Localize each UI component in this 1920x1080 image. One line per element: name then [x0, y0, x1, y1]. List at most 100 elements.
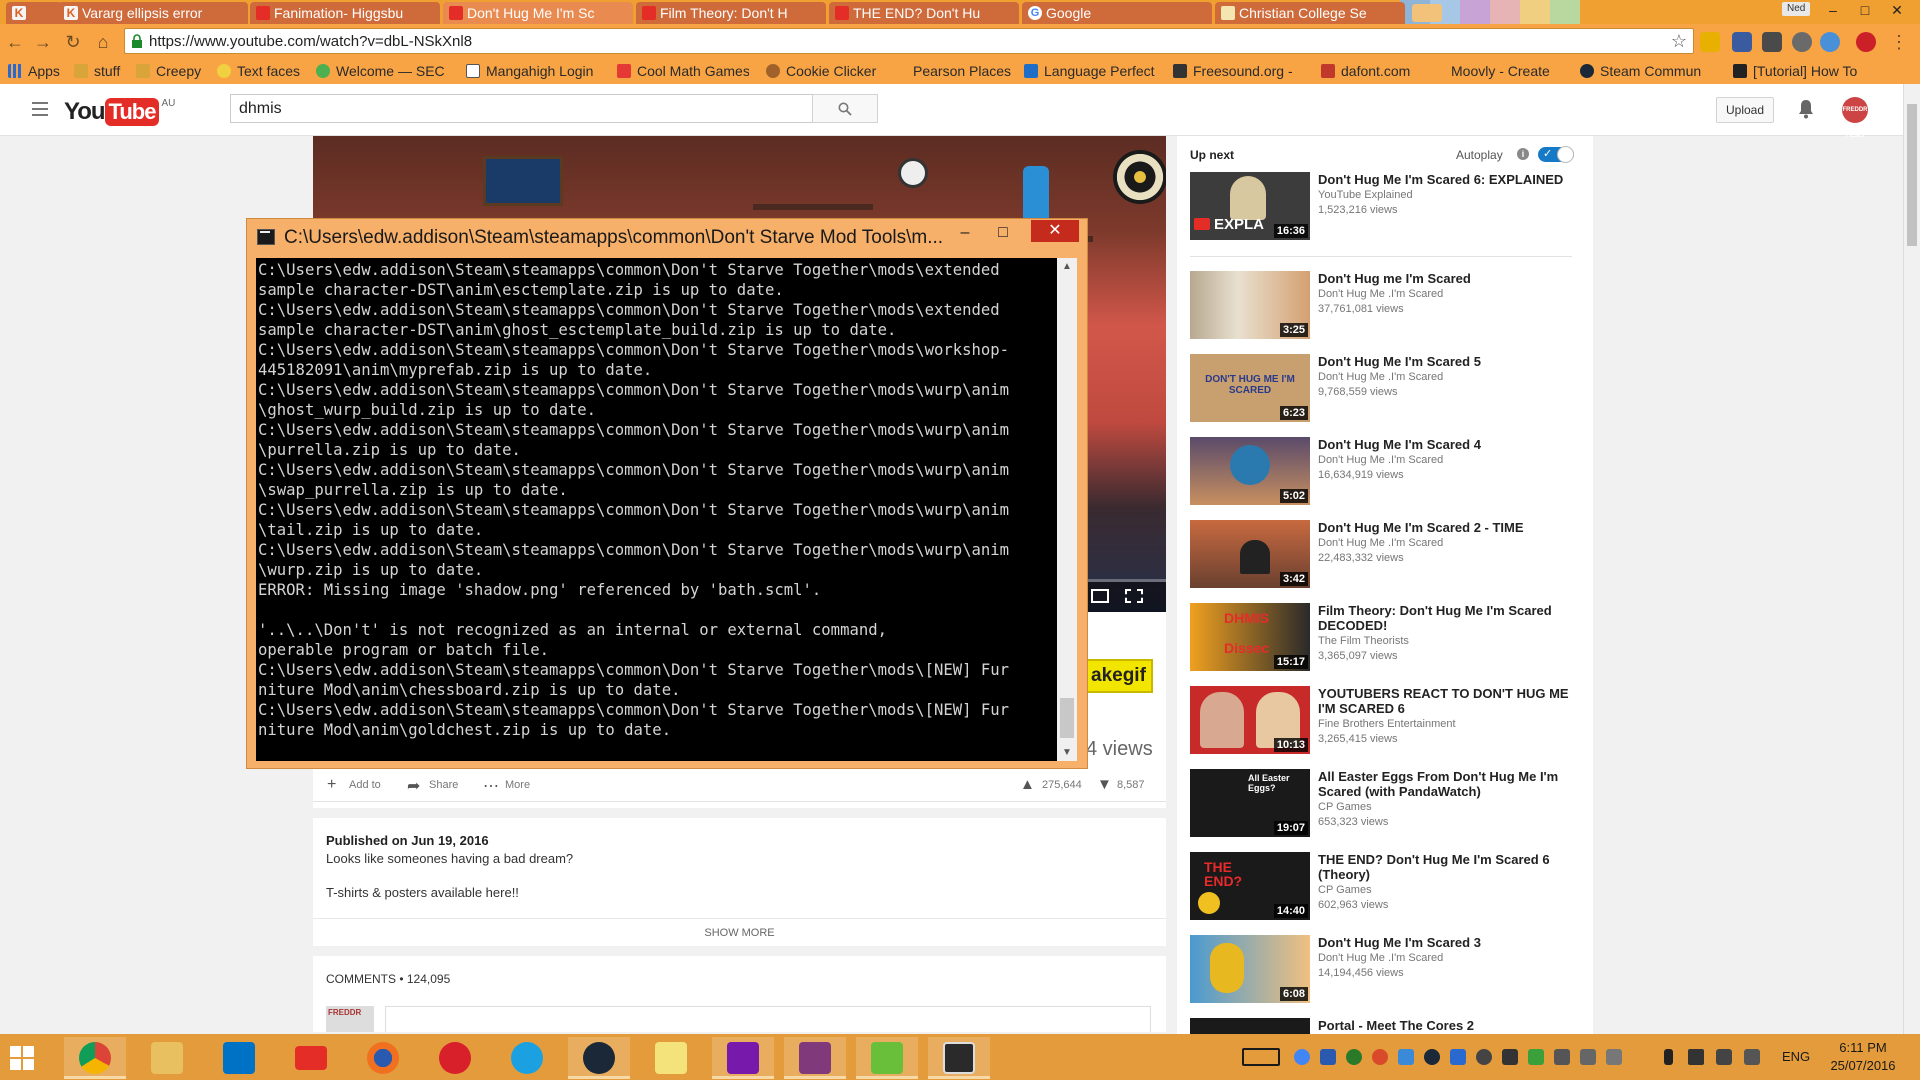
extension-icon[interactable]	[1732, 32, 1752, 52]
video-thumbnail[interactable]: 10:13	[1190, 686, 1310, 754]
taskbar-app-steam[interactable]	[568, 1037, 630, 1079]
video-title[interactable]: YOUTUBERS REACT TO DON'T HUG ME I'M SCAR…	[1318, 686, 1580, 716]
chrome-tray-icon[interactable]	[1294, 1049, 1310, 1065]
like-button[interactable]: ▲ 275,644	[1020, 776, 1082, 793]
bookmark-star-icon[interactable]: ☆	[1671, 31, 1687, 52]
up-next-video[interactable]: DON'T HUG ME I'M SCARED 6:23 Don't Hug M…	[1190, 354, 1580, 424]
up-next-video[interactable]: All Easter Eggs? 19:07 All Easter Eggs F…	[1190, 769, 1580, 839]
bookmark[interactable]: Cookie Clicker	[766, 62, 876, 80]
bookmark[interactable]: Mangahigh Login	[466, 62, 593, 80]
video-title[interactable]: Don't Hug Me I'm Scared 5	[1318, 354, 1580, 369]
video-title[interactable]: Film Theory: Don't Hug Me I'm Scared DEC…	[1318, 603, 1580, 633]
fullscreen-icon[interactable]	[1125, 589, 1143, 603]
scroll-down-icon[interactable]: ▼	[1057, 744, 1077, 761]
console-scrollbar[interactable]: ▲ ▼	[1057, 258, 1077, 761]
maximize-icon[interactable]: □	[985, 221, 1021, 245]
search-button[interactable]	[812, 94, 878, 123]
info-icon[interactable]: i	[1517, 148, 1529, 160]
up-next-video[interactable]: 5:02 Don't Hug Me I'm Scared 4 Don't Hug…	[1190, 437, 1580, 507]
browser-tab[interactable]: G Google	[1022, 2, 1212, 24]
tray-app-icon[interactable]	[1554, 1049, 1570, 1065]
taskbar-app-onenote-2013[interactable]	[784, 1037, 846, 1079]
video-title[interactable]: Portal - Meet The Cores 2	[1318, 1018, 1580, 1033]
clock-time[interactable]: 6:11 PM	[1818, 1040, 1908, 1055]
network-icon[interactable]	[1716, 1049, 1732, 1065]
account-avatar[interactable]: FREDDR FILMS	[1842, 97, 1868, 139]
volume-icon[interactable]	[1688, 1049, 1704, 1065]
browser-tab[interactable]: K Vararg ellipsis error	[58, 2, 248, 24]
makegif-button[interactable]: akegif	[1085, 659, 1153, 693]
video-title[interactable]: Don't Hug Me I'm Scared 4	[1318, 437, 1580, 452]
tray-app-icon[interactable]	[1372, 1049, 1388, 1065]
page-scrollbar[interactable]	[1903, 84, 1920, 1034]
reload-icon[interactable]: ↻	[62, 31, 84, 53]
browser-tab[interactable]: Fanimation- Higgsbu	[250, 2, 440, 24]
upload-button[interactable]: Upload	[1716, 97, 1774, 123]
search-input[interactable]: dhmis	[230, 94, 813, 123]
up-next-video[interactable]: EXPLA 16:36 Don't Hug Me I'm Scared 6: E…	[1190, 172, 1580, 242]
video-title[interactable]: Don't Hug me I'm Scared	[1318, 271, 1580, 286]
tray-app-icon[interactable]	[1476, 1049, 1492, 1065]
show-more-button[interactable]: SHOW MORE	[313, 918, 1166, 946]
video-thumbnail[interactable]: 3:25	[1190, 271, 1310, 339]
bookmark[interactable]: Text faces	[217, 62, 300, 80]
bookmark[interactable]: Language Perfect	[1024, 62, 1155, 80]
browser-tab[interactable]: THE END? Don't Hu	[829, 2, 1019, 24]
browser-tab[interactable]: Christian College Se	[1215, 2, 1405, 24]
taskbar-app-firefox[interactable]	[352, 1037, 414, 1079]
add-to-button[interactable]: + Add to	[327, 776, 381, 793]
video-title[interactable]: Don't Hug Me I'm Scared 6: EXPLAINED	[1318, 172, 1580, 187]
tray-app-icon[interactable]	[1450, 1049, 1466, 1065]
bookmark[interactable]: [Tutorial] How To	[1733, 62, 1903, 80]
video-title[interactable]: THE END? Don't Hug Me I'm Scared 6 (Theo…	[1318, 852, 1580, 882]
tray-app-icon[interactable]	[1606, 1049, 1622, 1065]
more-button[interactable]: ⋯ More	[483, 778, 530, 795]
taskbar-app-ie[interactable]	[496, 1037, 558, 1079]
steam-tray-icon[interactable]	[1424, 1049, 1440, 1065]
notification-bell-icon[interactable]	[1797, 99, 1815, 119]
taskbar-app-sticky-notes[interactable]	[640, 1037, 702, 1079]
bookmark[interactable]: dafont.com	[1321, 62, 1410, 80]
profile-name[interactable]: Ned	[1782, 2, 1811, 16]
back-icon[interactable]: ←	[4, 31, 26, 53]
extension-icon[interactable]	[1762, 32, 1782, 52]
video-thumbnail[interactable]: DHMIS Dissec 15:17	[1190, 603, 1310, 671]
bookmark[interactable]: Welcome — SEC	[316, 62, 445, 80]
video-thumbnail[interactable]	[1190, 1018, 1310, 1034]
url-text[interactable]: https://www.youtube.com/watch?v=dbL-NSkX…	[149, 33, 472, 50]
search-query[interactable]: dhmis	[239, 100, 282, 118]
minimize-icon[interactable]: –	[1818, 0, 1848, 20]
share-button[interactable]: ➦ Share	[407, 778, 458, 795]
extension-icon[interactable]	[1792, 32, 1812, 52]
close-icon[interactable]: ✕	[1031, 220, 1079, 242]
notifications-icon[interactable]	[1744, 1049, 1760, 1065]
clock-date[interactable]: 25/07/2016	[1818, 1058, 1908, 1073]
bookmark-folder[interactable]: Creepy	[136, 62, 201, 80]
video-title[interactable]: Don't Hug Me I'm Scared 3	[1318, 935, 1580, 950]
video-thumbnail[interactable]: 6:08	[1190, 935, 1310, 1003]
up-next-video[interactable]: THE END? 14:40 THE END? Don't Hug Me I'm…	[1190, 852, 1580, 922]
new-tab-button[interactable]	[1412, 4, 1442, 22]
taskbar-app-pinwheel[interactable]	[424, 1037, 486, 1079]
extension-icon[interactable]	[1700, 32, 1720, 52]
video-thumbnail[interactable]: EXPLA 16:36	[1190, 172, 1310, 240]
bookmark[interactable]: Pearson Places	[893, 62, 1011, 80]
browser-tab[interactable]: Film Theory: Don't H	[636, 2, 826, 24]
windows-start-icon[interactable]	[10, 1046, 34, 1070]
video-thumbnail[interactable]: All Easter Eggs? 19:07	[1190, 769, 1310, 837]
console-window[interactable]: C:\Users\edw.addison\Steam\steamapps\com…	[246, 218, 1088, 769]
tray-app-icon[interactable]	[1528, 1049, 1544, 1065]
taskbar-app-outlook[interactable]	[208, 1037, 270, 1079]
scroll-up-icon[interactable]: ▲	[1057, 258, 1077, 275]
address-bar[interactable]: https://www.youtube.com/watch?v=dbL-NSkX…	[124, 28, 1694, 54]
up-next-video[interactable]: 3:25 Don't Hug me I'm Scared Don't Hug M…	[1190, 271, 1580, 341]
minimize-icon[interactable]: –	[947, 221, 983, 245]
autoplay-toggle[interactable]: ✓	[1538, 146, 1574, 163]
video-thumbnail[interactable]: THE END? 14:40	[1190, 852, 1310, 920]
taskbar-app-console[interactable]	[928, 1037, 990, 1079]
dislike-button[interactable]: ▼ 8,587	[1097, 776, 1145, 793]
youtube-logo[interactable]: You Tube AU	[64, 98, 175, 126]
console-output[interactable]: C:\Users\edw.addison\Steam\steamapps\com…	[256, 258, 1057, 761]
maximize-icon[interactable]: □	[1850, 0, 1880, 20]
up-next-video[interactable]: 10:13 YOUTUBERS REACT TO DON'T HUG ME I'…	[1190, 686, 1580, 756]
